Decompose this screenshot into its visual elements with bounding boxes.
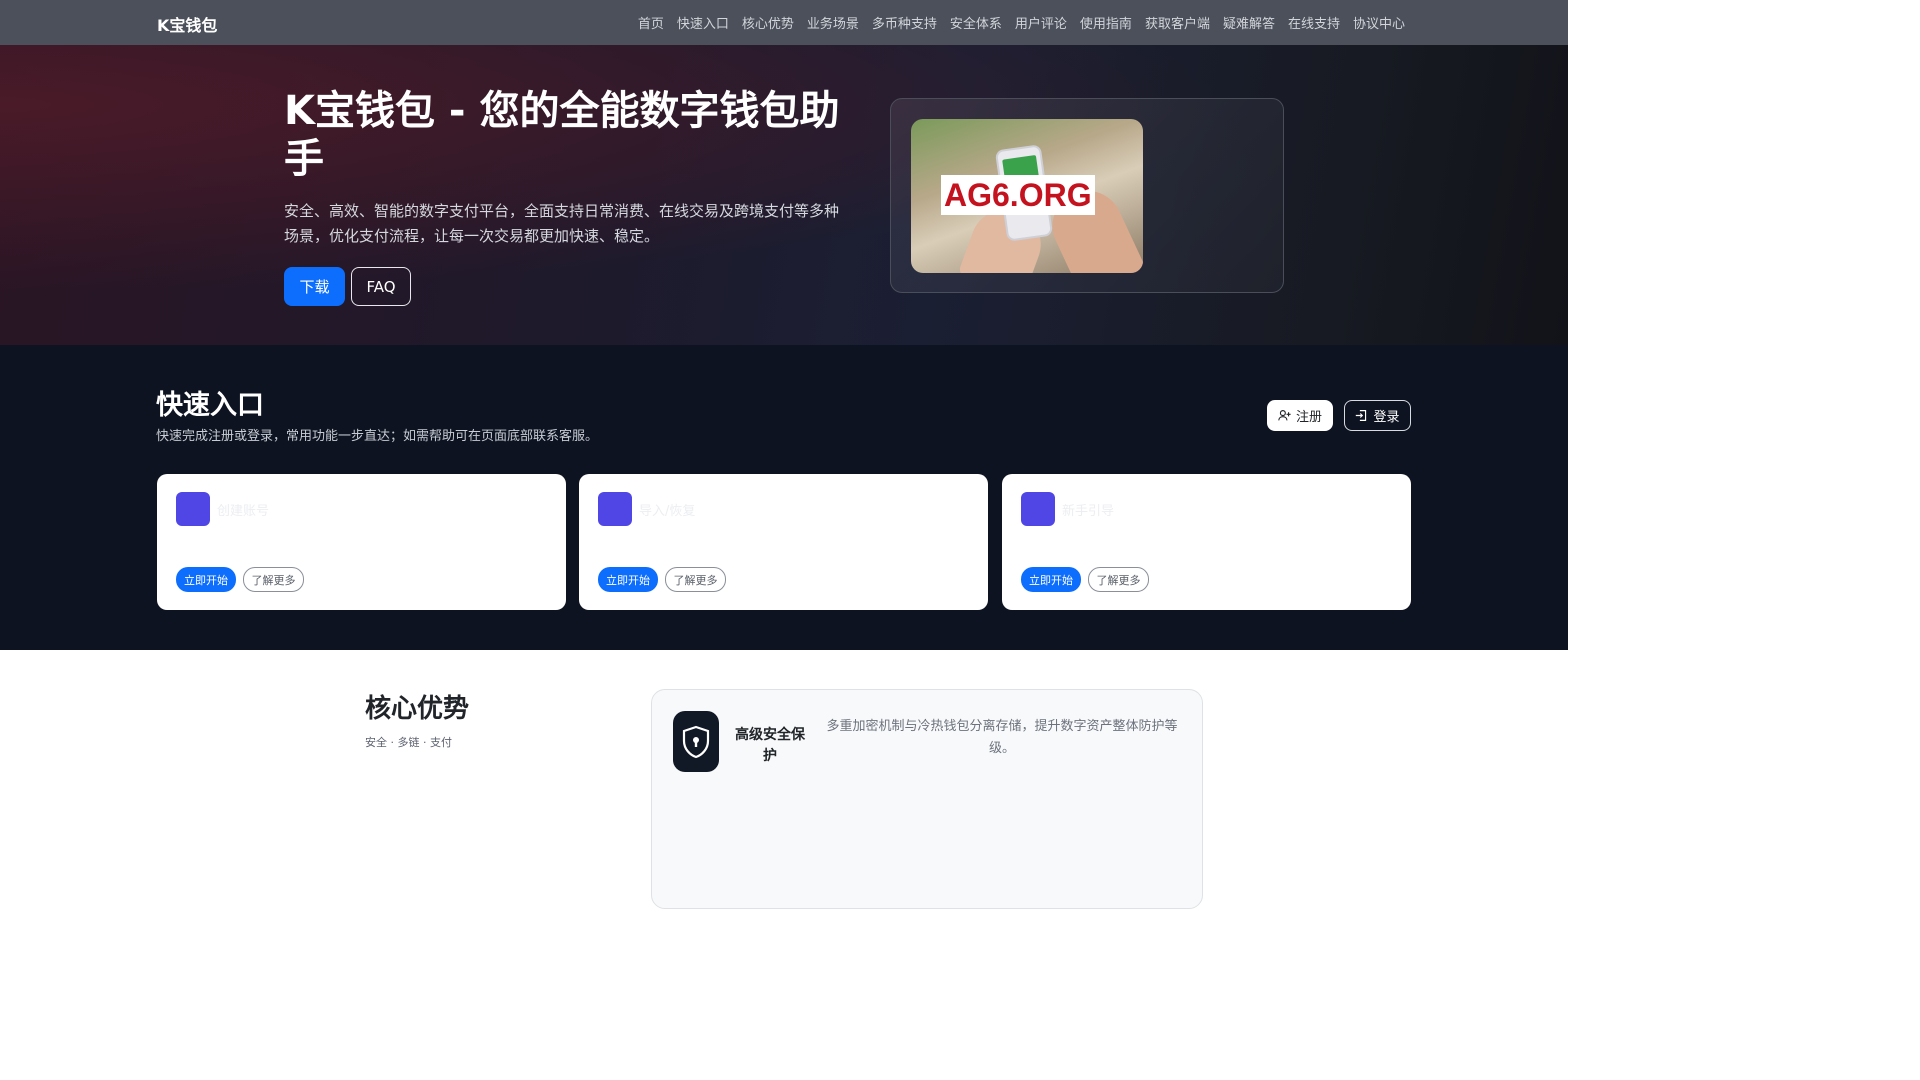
hero-title: K宝钱包 - 您的全能数字钱包助手 (284, 88, 840, 182)
hero-photo: AG6.ORG (911, 119, 1143, 273)
quick-entry-subtitle: 快速完成注册或登录，常用功能一步直达；如需帮助可在页面底部联系客服。 (156, 429, 599, 444)
register-label: 注册 (1295, 410, 1322, 425)
feature-description: 多重加密机制与冷热钱包分离存储，提升数字资产整体防护等级。 (826, 719, 1178, 756)
learn-more-button[interactable]: 了解更多 (665, 567, 726, 592)
nav-link-security[interactable]: 安全体系 (950, 13, 1002, 32)
shield-lock-icon (673, 711, 719, 772)
faq-button[interactable]: FAQ (351, 267, 411, 306)
quick-card-name: 新手引导 (1062, 504, 1115, 519)
image-watermark: AG6.ORG (941, 175, 1095, 215)
nav-link-multi-currency[interactable]: 多币种支持 (872, 13, 937, 32)
feature-name: 高级安全保护 (735, 727, 805, 764)
quick-entry-section: 快速入口 快速完成注册或登录，常用功能一步直达；如需帮助可在页面底部联系客服。 … (0, 345, 1568, 650)
import-restore-icon (598, 492, 632, 526)
feature-card-security: 高级安全保护 多重加密机制与冷热钱包分离存储，提升数字资产整体防护等级。 (651, 689, 1203, 909)
quick-card-import-restore: 导入/恢复 立即开始 了解更多 (579, 474, 988, 610)
nav-link-home[interactable]: 首页 (638, 13, 664, 32)
hero-section: K宝钱包 - 您的全能数字钱包助手 安全、高效、智能的数字支付平台，全面支持日常… (0, 45, 1568, 345)
quick-entry-title: 快速入口 (156, 390, 264, 421)
quick-card-beginner-guide: 新手引导 立即开始 了解更多 (1002, 474, 1411, 610)
quick-card-name: 创建账号 (217, 504, 270, 519)
nav-links: 首页 快速入口 核心优势 业务场景 多币种支持 安全体系 用户评论 使用指南 获… (638, 13, 1405, 32)
register-button[interactable]: 注册 (1267, 400, 1333, 431)
start-button[interactable]: 立即开始 (1021, 567, 1081, 592)
learn-more-button[interactable]: 了解更多 (243, 567, 304, 592)
learn-more-button[interactable]: 了解更多 (1088, 567, 1149, 592)
user-plus-icon (1278, 410, 1291, 421)
nav-link-agreements[interactable]: 协议中心 (1353, 13, 1405, 32)
core-advantages-subtitle: 安全 · 多链 · 支付 (365, 736, 452, 749)
login-icon (1356, 410, 1367, 421)
quick-card-create-account: 创建账号 立即开始 了解更多 (157, 474, 566, 610)
nav-link-reviews[interactable]: 用户评论 (1015, 13, 1067, 32)
beginner-guide-icon (1021, 492, 1055, 526)
quick-card-name: 导入/恢复 (639, 504, 696, 519)
start-button[interactable]: 立即开始 (598, 567, 658, 592)
nav-link-business-scenarios[interactable]: 业务场景 (807, 13, 859, 32)
start-button[interactable]: 立即开始 (176, 567, 236, 592)
login-button[interactable]: 登录 (1344, 400, 1411, 431)
nav-link-core-advantages[interactable]: 核心优势 (742, 13, 794, 32)
download-button[interactable]: 下载 (284, 267, 345, 306)
create-account-icon (176, 492, 210, 526)
brand-logo[interactable]: K宝钱包 (157, 12, 217, 36)
nav-link-quick-entry[interactable]: 快速入口 (677, 13, 729, 32)
top-navbar: K宝钱包 首页 快速入口 核心优势 业务场景 多币种支持 安全体系 用户评论 使… (0, 0, 1568, 45)
nav-link-online-support[interactable]: 在线支持 (1288, 13, 1340, 32)
hero-description: 安全、高效、智能的数字支付平台，全面支持日常消费、在线交易及跨境支付等多种场景，… (284, 202, 840, 245)
login-label: 登录 (1373, 410, 1400, 425)
nav-link-faq[interactable]: 疑难解答 (1223, 13, 1275, 32)
hero-image-card: AG6.ORG (890, 98, 1284, 293)
nav-link-get-client[interactable]: 获取客户端 (1145, 13, 1210, 32)
core-advantages-title: 核心优势 (365, 694, 470, 724)
nav-link-guide[interactable]: 使用指南 (1080, 13, 1132, 32)
